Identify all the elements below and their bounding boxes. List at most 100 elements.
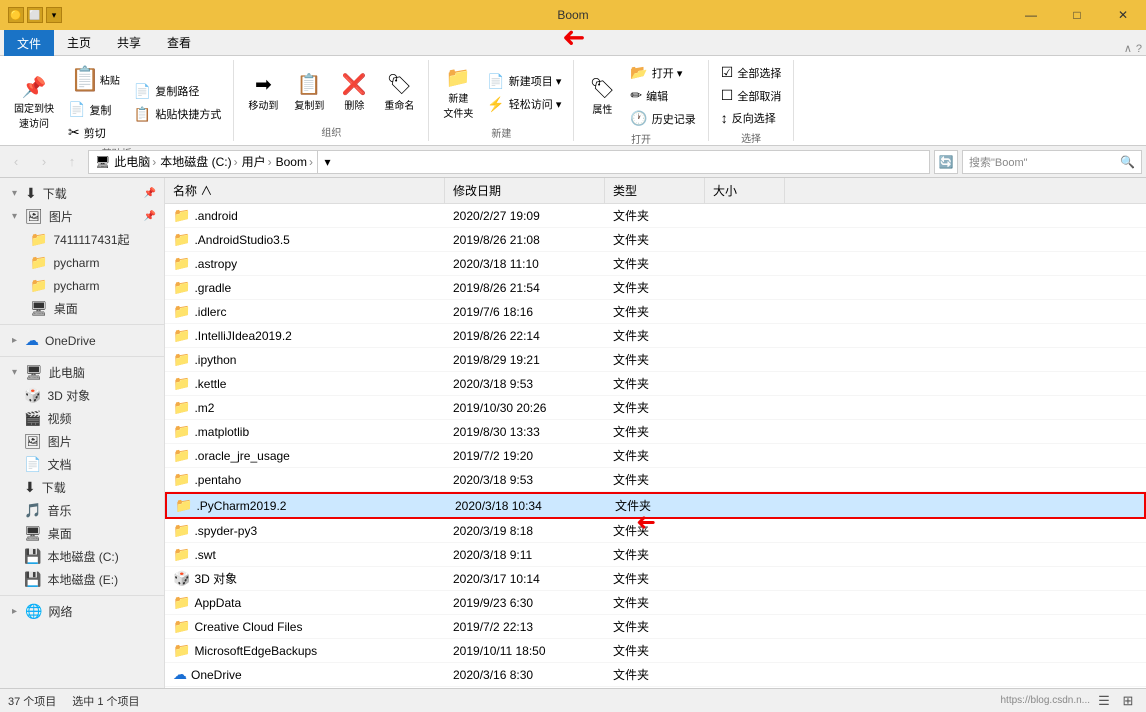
- address-bar[interactable]: 🖥 此电脑 › 本地磁盘 (C:) › 用户 › Boom › ▾: [88, 150, 930, 174]
- sidebar-item-pycharm2[interactable]: 📁 pycharm: [0, 274, 164, 297]
- sidebar-item-dl[interactable]: ⬇ 下载: [0, 476, 164, 499]
- header-type[interactable]: 类型: [605, 178, 705, 203]
- file-type: 文件夹: [605, 300, 705, 323]
- details-view-button[interactable]: ☰: [1094, 691, 1114, 711]
- file-size: [705, 576, 785, 582]
- sidebar-item-thispc[interactable]: ▾ 🖥 此电脑: [0, 361, 164, 384]
- table-row[interactable]: 📁MicrosoftEdgeBackups 2019/10/11 18:50 文…: [165, 639, 1146, 663]
- file-name: 📁保存的游戏: [165, 687, 445, 688]
- tab-share[interactable]: 共享: [104, 29, 154, 55]
- history-button[interactable]: 🕐 历史记录: [626, 108, 699, 129]
- table-row[interactable]: 📁.oracle_jre_usage 2019/7/2 19:20 文件夹: [165, 444, 1146, 468]
- sidebar-item-pictures[interactable]: ▾ 🖼 图片 📌: [0, 205, 164, 228]
- rename-button[interactable]: 🏷 重命名: [378, 69, 420, 115]
- header-date[interactable]: 修改日期: [445, 178, 605, 203]
- sidebar-item-onedrive[interactable]: ▸ ☁ OneDrive: [0, 329, 164, 352]
- header-name[interactable]: 名称 ∧: [165, 178, 445, 203]
- select-none-button[interactable]: ☐ 全部取消: [717, 85, 786, 106]
- table-row[interactable]: 📁.gradle 2019/8/26 21:54 文件夹: [165, 276, 1146, 300]
- sidebar-item-music[interactable]: 🎵 音乐: [0, 499, 164, 522]
- table-row[interactable]: 📁.swt 2020/3/18 9:11 文件夹: [165, 543, 1146, 567]
- table-row[interactable]: 📁.matplotlib 2019/8/30 13:33 文件夹: [165, 420, 1146, 444]
- table-row[interactable]: 📁.idlerc 2019/7/6 18:16 文件夹: [165, 300, 1146, 324]
- sidebar-item-local-e[interactable]: 💾 本地磁盘 (E:): [0, 568, 164, 591]
- new-folder-button[interactable]: 📁 新建文件夹: [437, 62, 479, 123]
- file-name: 📁MicrosoftEdgeBackups: [165, 639, 445, 662]
- edit-button[interactable]: ✏ 编辑: [626, 85, 699, 106]
- large-icons-view-button[interactable]: ⊞: [1118, 691, 1138, 711]
- table-row[interactable]: 📁保存的游戏 2020/3/17 10:14 文件夹: [165, 687, 1146, 688]
- cut-button[interactable]: ✂ 剪切: [64, 122, 126, 143]
- ribbon: 📌 固定到快速访问 📋 粘贴 📄 复制 ✂ 剪切 📄: [0, 56, 1146, 146]
- copy-path-button[interactable]: 📄 复制路径: [130, 81, 225, 102]
- sidebar-label-download: 下载: [43, 185, 67, 202]
- resize-handle[interactable]: [165, 178, 168, 688]
- table-row[interactable]: 📁.spyder-py3 2020/3/19 8:18 文件夹: [165, 519, 1146, 543]
- table-row[interactable]: 📁.astropy 2020/3/18 11:10 文件夹: [165, 252, 1146, 276]
- ribbon-group-open: 🏷 属性 📂 打开 ▾ ✏ 编辑 🕐 历史记录 打开: [574, 60, 708, 141]
- file-folder-icon: 📁: [173, 546, 190, 562]
- copy-button[interactable]: 📄 复制: [64, 99, 126, 120]
- tab-file[interactable]: 文件: [4, 30, 54, 56]
- file-type: 文件夹: [605, 663, 705, 686]
- open-button[interactable]: 📂 打开 ▾: [626, 62, 699, 83]
- sidebar-item-3d[interactable]: 🎲 3D 对象: [0, 384, 164, 407]
- move-to-button[interactable]: ➡ 移动到: [242, 69, 284, 115]
- properties-button[interactable]: 🏷 属性: [582, 73, 622, 119]
- path-part-2: 本地磁盘 (C:) ›: [160, 153, 237, 170]
- easy-access-button[interactable]: ⚡ 轻松访问 ▾: [483, 94, 565, 115]
- sidebar-item-network[interactable]: ▸ 🌐 网络: [0, 600, 164, 623]
- table-row[interactable]: 📁.m2 2019/10/30 20:26 文件夹: [165, 396, 1146, 420]
- header-size[interactable]: 大小: [705, 178, 785, 203]
- sidebar-item-pycharm1[interactable]: 📁 pycharm: [0, 251, 164, 274]
- sidebar-item-7411[interactable]: 📁 7411117431起: [0, 228, 164, 251]
- paste-button[interactable]: 📋 粘贴: [64, 62, 126, 97]
- invert-selection-button[interactable]: ↕ 反向选择: [717, 108, 786, 128]
- ribbon-collapse-btn[interactable]: ∧: [1124, 42, 1132, 55]
- delete-button[interactable]: ❌ 删除: [334, 69, 374, 115]
- sidebar-item-dsk[interactable]: 🖥 桌面: [0, 522, 164, 545]
- minimize-button[interactable]: —: [1008, 0, 1054, 30]
- address-dropdown[interactable]: ▾: [317, 150, 337, 174]
- file-size: [705, 429, 785, 435]
- file-date: 2020/3/18 9:53: [445, 374, 605, 394]
- table-row[interactable]: 📁AppData 2019/9/23 6:30 文件夹: [165, 591, 1146, 615]
- pin-to-quick-access-button[interactable]: 📌 固定到快速访问: [8, 72, 60, 133]
- sidebar-item-video[interactable]: 🎬 视频: [0, 407, 164, 430]
- table-row[interactable]: 📁.pentaho 2020/3/18 9:53 文件夹: [165, 468, 1146, 492]
- table-row[interactable]: 📁.kettle 2020/3/18 9:53 文件夹: [165, 372, 1146, 396]
- table-row[interactable]: 📁.android 2020/2/27 19:09 文件夹: [165, 204, 1146, 228]
- file-name: 📁.android: [165, 204, 445, 227]
- copy-icon: 📄: [68, 101, 85, 118]
- ribbon-help-btn[interactable]: ?: [1136, 43, 1142, 55]
- sidebar-item-local-c[interactable]: 💾 本地磁盘 (C:): [0, 545, 164, 568]
- search-bar[interactable]: 搜索"Boom" 🔍: [962, 150, 1142, 174]
- table-row[interactable]: 📁.ipython 2019/8/29 19:21 文件夹: [165, 348, 1146, 372]
- table-row[interactable]: 🎲3D 对象 2020/3/17 10:14 文件夹: [165, 567, 1146, 591]
- paste-shortcut-button[interactable]: 📋 粘贴快捷方式: [130, 104, 225, 125]
- table-row[interactable]: 📁.IntelliJIdea2019.2 2019/8/26 22:14 文件夹: [165, 324, 1146, 348]
- file-size: [705, 648, 785, 654]
- new-item-button[interactable]: 📄 新建项目 ▾: [483, 71, 565, 92]
- sidebar-item-download[interactable]: ▾ ⬇ 下载 📌: [0, 182, 164, 205]
- table-row[interactable]: 📁Creative Cloud Files 2019/7/2 22:13 文件夹: [165, 615, 1146, 639]
- refresh-button[interactable]: 🔄: [934, 150, 958, 174]
- maximize-button[interactable]: □: [1054, 0, 1100, 30]
- table-row[interactable]: ☁OneDrive 2020/3/16 8:30 文件夹: [165, 663, 1146, 687]
- sidebar-item-desktop[interactable]: 🖥 桌面: [0, 297, 164, 320]
- select-all-button[interactable]: ☑ 全部选择: [717, 62, 786, 83]
- sidebar-item-pics[interactable]: 🖼 图片: [0, 430, 164, 453]
- file-type: 文件夹: [605, 444, 705, 467]
- copy-to-button[interactable]: 📋 复制到: [288, 69, 330, 115]
- locale-icon: 💾: [24, 571, 41, 588]
- tab-home[interactable]: 主页: [54, 29, 104, 55]
- sidebar-item-docs[interactable]: 📄 文档: [0, 453, 164, 476]
- tab-view[interactable]: 查看: [154, 29, 204, 55]
- file-name: 📁.idlerc: [165, 300, 445, 323]
- table-row[interactable]: 📁.PyCharm2019.2 2020/3/18 10:34 文件夹: [165, 492, 1146, 519]
- up-button[interactable]: ↑: [60, 150, 84, 174]
- table-row[interactable]: 📁.AndroidStudio3.5 2019/8/26 21:08 文件夹: [165, 228, 1146, 252]
- file-size: [705, 333, 785, 339]
- close-button[interactable]: ✕: [1100, 0, 1146, 30]
- file-size: [705, 213, 785, 219]
